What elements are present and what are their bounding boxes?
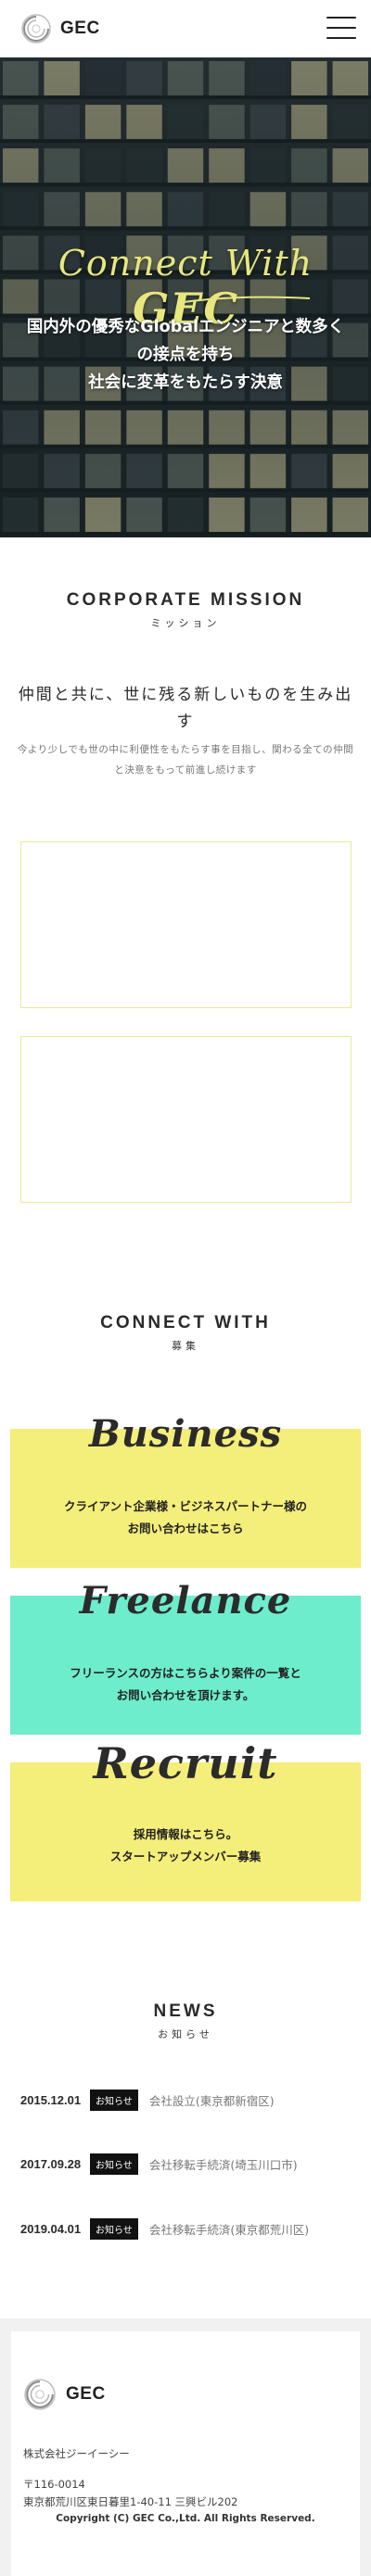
news-title: 会社移転手続済(東京都荒川区) (148, 2222, 310, 2237)
footer-postal: 〒116-0014 (23, 2478, 85, 2491)
news-heading-jp: お知らせ (158, 2028, 213, 2040)
news-date: 2019.04.01 (20, 2221, 82, 2236)
news-date: 2017.09.28 (20, 2156, 82, 2171)
news-item[interactable]: 2015.12.01 お知らせ 会社設立(東京都新宿区) (20, 2086, 354, 2114)
footer-address: 東京都荒川区東日暮里1-40-11 三興ビル202 (23, 2495, 238, 2508)
hero-copy-line: 社会に変革をもたらす決意 (88, 373, 283, 392)
hero-section: Connect With GEC 国内外の優秀なGlobalエンジニアと数多く … (0, 57, 371, 537)
menu-icon[interactable] (326, 17, 356, 39)
news-tag-badge: お知らせ (90, 2089, 138, 2111)
hero-title-prefix: Connect With (58, 243, 313, 284)
mission-lead: 仲間と共に、世に残る新しいものを生み出す (18, 686, 353, 731)
card-description: クライアント企業様・ビジネスパートナー様の お問い合わせはこちら (63, 1499, 307, 1535)
freelance-card[interactable]: Freelance フリーランスの方はこちらより案件の一覧と お問い合わせを頂け… (10, 1579, 361, 1735)
mission-box (20, 841, 352, 1008)
brand-logo[interactable]: GEC (20, 13, 100, 44)
footer-brand-name: GEC (66, 2384, 106, 2404)
news-item[interactable]: 2019.04.01 お知らせ 会社移転手続済(東京都荒川区) (20, 2215, 354, 2242)
card-script-title: Recruit (93, 1738, 278, 1788)
news-tag-badge: お知らせ (90, 2217, 138, 2240)
gec-logo-icon (24, 2379, 56, 2410)
connect-heading-en: CONNECT WITH (100, 1313, 271, 1332)
news-title: 会社移転手続済(埼玉川口市) (148, 2157, 298, 2172)
mission-sub: 今より少しでも世の中に利便性をもたらす事を目指し、関わる全ての仲間と決意をもって… (17, 744, 354, 776)
card-script-title: Business (88, 1412, 283, 1456)
mission-heading-en: CORPORATE MISSION (66, 590, 305, 610)
recruit-card[interactable]: Recruit 採用情報はこちら。 スタートアップメンバー募集 (10, 1738, 361, 1901)
news-heading: NEWS お知らせ (0, 2001, 371, 2041)
hero-copy-line: の接点を持ち (136, 346, 235, 364)
news-date: 2015.12.01 (20, 2092, 82, 2107)
news-heading-en: NEWS (153, 2001, 218, 2021)
mission-box (20, 1036, 352, 1203)
card-description: 採用情報はこちら。 スタートアップメンバー募集 (109, 1827, 262, 1863)
connect-heading: CONNECT WITH 募集 (0, 1313, 371, 1353)
news-item[interactable]: 2017.09.28 お知らせ 会社移転手続済(埼玉川口市) (20, 2150, 354, 2178)
news-title: 会社設立(東京都新宿区) (148, 2093, 275, 2108)
news-tag-badge: お知らせ (90, 2153, 138, 2175)
business-card[interactable]: Business クライアント企業様・ビジネスパートナー様の お問い合わせはこち… (10, 1412, 361, 1568)
brand-name: GEC (60, 19, 100, 38)
gec-logo-icon (21, 14, 51, 44)
copyright: Copyright (C) GEC Co.,Ltd. All Rights Re… (56, 2513, 315, 2524)
swoosh-decoration-icon (183, 296, 311, 303)
connect-heading-jp: 募集 (172, 1340, 199, 1352)
mission-heading: CORPORATE MISSION ミッション (0, 590, 371, 630)
hero-copy: 国内外の優秀なGlobalエンジニアと数多く の接点を持ち 社会に変革をもたらす… (0, 313, 371, 397)
footer-company: 株式会社ジーイーシー (23, 2447, 130, 2460)
mission-heading-jp: ミッション (150, 617, 221, 629)
site-footer: GEC 株式会社ジーイーシー 〒116-0014 東京都荒川区東日暮里1-40-… (0, 2318, 371, 2576)
footer-logo[interactable]: GEC (23, 2378, 106, 2411)
card-script-title: Freelance (79, 1579, 292, 1623)
hero-copy-line: 国内外の優秀なGlobalエンジニアと数多く (26, 318, 345, 336)
card-description: フリーランスの方はこちらより案件の一覧と お問い合わせを頂けます。 (70, 1666, 301, 1702)
site-header: GEC (0, 0, 371, 57)
